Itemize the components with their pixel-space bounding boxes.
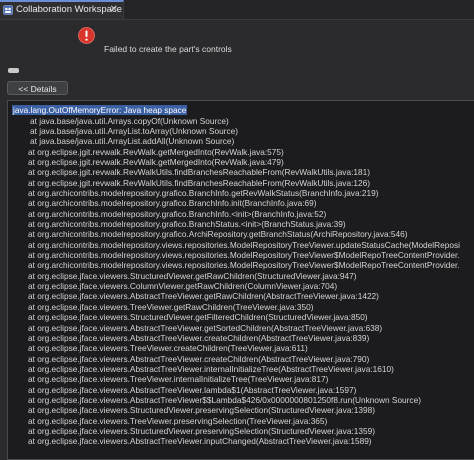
stack-trace-line: at org.eclipse.jface.viewers.AbstractTre… (28, 332, 370, 343)
stack-trace-line: at org.eclipse.jface.viewers.AbstractTre… (28, 384, 357, 395)
editor-content: Failed to create the part's controls << … (0, 20, 474, 460)
stack-trace-line: at java.base/java.util.ArrayList.toArray… (30, 125, 238, 136)
stack-trace-line: at org.archicontribs.modelrepository.gra… (28, 188, 379, 198)
stack-trace-line: at org.eclipse.jface.viewers.TreeViewer.… (28, 343, 308, 354)
stack-trace-line: at org.eclipse.jface.viewers.AbstractTre… (28, 394, 421, 405)
stack-trace-line: at org.eclipse.jface.viewers.TreeViewer.… (28, 301, 314, 312)
stack-trace-line: at org.archicontribs.modelrepository.vie… (28, 250, 460, 260)
tab-title: Collaboration Workspace (16, 4, 122, 15)
stack-trace-line: at org.eclipse.jface.viewers.ColumnViewe… (28, 281, 338, 292)
error-message: Failed to create the part's controls (104, 44, 232, 54)
stack-trace-line: at org.eclipse.jgit.revwalk.RevWalk.getM… (28, 146, 284, 157)
stack-trace-line: at org.archicontribs.modelrepository.gra… (28, 219, 346, 229)
stack-trace-line: at org.eclipse.jface.viewers.AbstractTre… (28, 322, 383, 333)
tab-collaboration-workspace[interactable]: Collaboration Workspace ✕ (0, 0, 124, 19)
stack-trace-header: java.lang.OutOfMemoryError: Java heap sp… (12, 105, 188, 115)
error-icon (78, 27, 95, 44)
stack-trace-line: at org.eclipse.jface.viewers.AbstractTre… (28, 353, 370, 364)
tab-bar: Collaboration Workspace ✕ (0, 0, 474, 20)
stack-trace-line: at org.eclipse.jface.viewers.AbstractTre… (28, 436, 372, 447)
stack-trace-line: at org.eclipse.jface.viewers.StructuredV… (28, 312, 368, 323)
stack-trace-line: at org.eclipse.jgit.revwalk.RevWalk.getM… (28, 156, 284, 167)
stack-trace-line: at org.eclipse.jgit.revwalk.RevWalkUtils… (28, 167, 370, 178)
mini-slider[interactable] (8, 68, 19, 73)
stack-trace-line: at org.archicontribs.modelrepository.gra… (28, 229, 408, 240)
stack-trace-line: at org.eclipse.jface.viewers.AbstractTre… (28, 291, 379, 302)
stack-trace-line: at org.archicontribs.modelrepository.gra… (28, 198, 317, 209)
stack-trace-line: at org.archicontribs.modelrepository.vie… (28, 239, 460, 250)
close-icon[interactable]: ✕ (110, 2, 118, 17)
stack-trace-line: at org.eclipse.jface.viewers.StructuredV… (28, 426, 375, 436)
collaboration-icon (3, 5, 13, 15)
stack-trace-line: at org.eclipse.jface.viewers.StructuredV… (28, 270, 357, 281)
stack-trace-line: at org.eclipse.jface.viewers.StructuredV… (28, 405, 375, 416)
stack-trace-line: at org.eclipse.jface.viewers.TreeViewer.… (28, 374, 329, 385)
stack-trace-line: at org.archicontribs.modelrepository.vie… (28, 260, 460, 271)
stack-trace-line: at org.eclipse.jgit.revwalk.RevWalkUtils… (28, 177, 370, 188)
stack-trace-line: at org.archicontribs.modelrepository.gra… (28, 208, 327, 219)
stack-trace-line: at org.eclipse.jface.viewers.AbstractTre… (28, 363, 394, 374)
stack-trace-line: at org.eclipse.jface.viewers.TreeViewer.… (28, 415, 328, 426)
stack-trace-line: at java.base/java.util.ArrayList.addAll(… (30, 136, 235, 147)
stack-trace-line: at java.base/java.util.Arrays.copyOf(Unk… (30, 115, 229, 126)
details-button[interactable]: << Details (7, 81, 68, 95)
stack-trace-box[interactable]: java.lang.OutOfMemoryError: Java heap sp… (7, 100, 474, 460)
